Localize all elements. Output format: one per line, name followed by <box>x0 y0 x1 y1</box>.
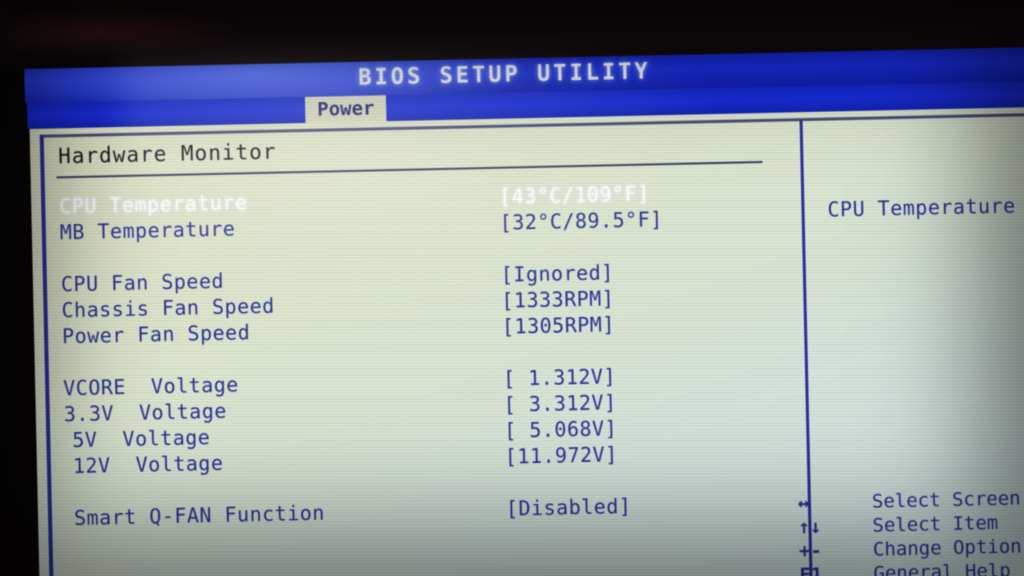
settings-row-value[interactable]: [1305RPM] <box>502 312 615 338</box>
settings-row-label: 5V Voltage <box>72 425 211 453</box>
key-legend-key: ↔ <box>797 492 810 515</box>
settings-row-value[interactable]: [11.972V] <box>505 442 618 468</box>
key-legend-key: ↑↓ <box>798 515 822 539</box>
settings-row-label: Power Fan Speed <box>61 320 251 349</box>
key-legend-description: Select Screen <box>871 487 1021 513</box>
screen-surface: BIOS SETUP UTILITY Power Hardware Monito… <box>0 35 1024 576</box>
key-legend: ↔ Select Screen ↑↓ Select Item +- Change Opti… <box>798 487 1024 576</box>
settings-row-value[interactable]: [ 1.312V] <box>503 364 616 390</box>
section-heading: Hardware Monitor <box>57 139 277 169</box>
key-legend-description: General Help <box>873 559 1011 576</box>
key-legend-key: F1 <box>799 563 823 576</box>
settings-row-value[interactable]: [ 3.312V] <box>503 390 616 416</box>
settings-row-label: VCORE Voltage <box>62 372 240 401</box>
settings-row-label: MB Temperature <box>59 216 236 245</box>
settings-row-label: 12V Voltage <box>72 450 224 479</box>
settings-row-value[interactable]: [ 5.068V] <box>504 416 617 442</box>
settings-row-value[interactable]: [43°C/109°F] <box>499 181 650 208</box>
key-legend-description: Select Item <box>872 511 999 537</box>
settings-row-label: 3.3V Voltage <box>63 398 228 427</box>
settings-row-label: Chassis Fan Speed <box>61 293 275 323</box>
tab-power[interactable]: Power <box>304 95 387 123</box>
key-legend-description: Change Option <box>872 535 1022 561</box>
help-item-title: CPU Temperature <box>827 193 1016 222</box>
settings-row-value[interactable]: [Disabled] <box>506 494 632 521</box>
settings-row-value[interactable]: [1333RPM] <box>501 286 614 312</box>
settings-row-value[interactable]: [Ignored] <box>501 260 614 286</box>
settings-row-label: CPU Temperature <box>58 190 248 219</box>
key-legend-key: +- <box>798 539 823 563</box>
settings-list: CPU Temperature [43°C/109°F] MB Temperatur… <box>59 179 786 533</box>
settings-row-label: Smart Q-FAN Function <box>73 500 326 531</box>
bezel-reflection <box>8 10 238 54</box>
photographed-bios-screen: BIOS SETUP UTILITY Power Hardware Monito… <box>0 0 1024 576</box>
settings-row-value[interactable]: [32°C/89.5°F] <box>499 207 663 235</box>
settings-row-label: CPU Fan Speed <box>60 268 225 297</box>
